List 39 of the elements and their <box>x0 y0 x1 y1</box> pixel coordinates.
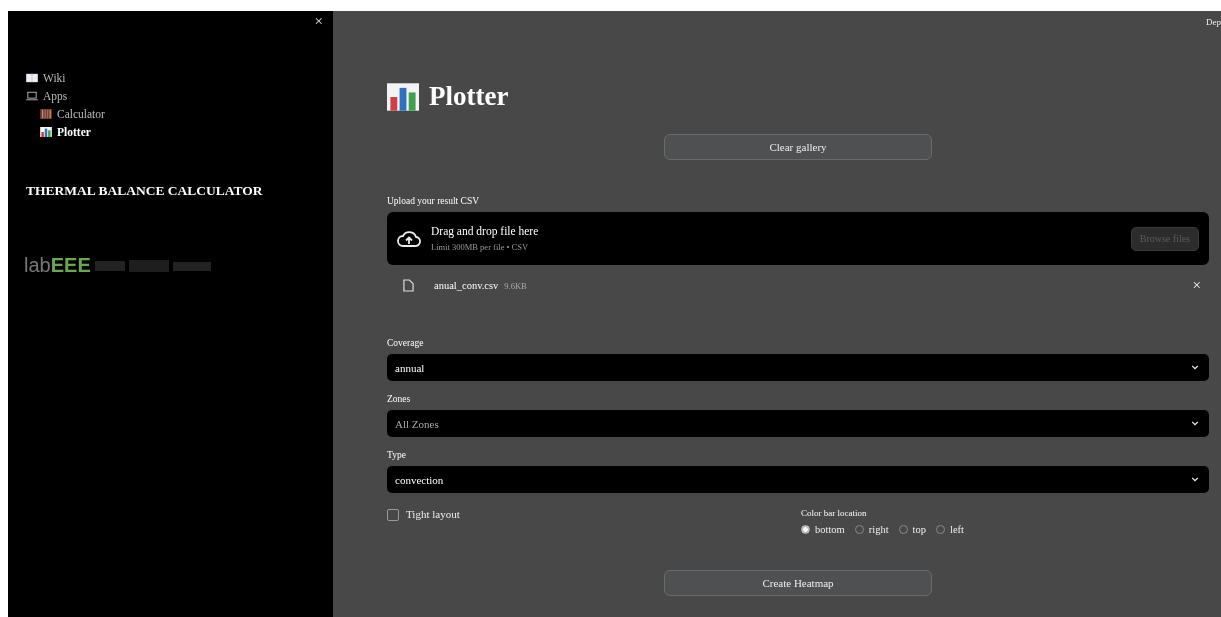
dropdown[interactable]: annual <box>387 354 1209 381</box>
close-button[interactable]: × <box>312 13 325 30</box>
nav-link[interactable]: Calculator <box>26 108 105 120</box>
abacus-icon <box>40 109 52 119</box>
cloud-upload-icon <box>397 229 421 248</box>
nav-link[interactable]: Wiki <box>26 72 66 84</box>
clear-gallery-button[interactable]: Clear gallery <box>664 134 932 160</box>
field-label: Color bar location <box>801 508 867 518</box>
page-title: Plotter <box>387 81 1209 112</box>
field-label: Coverage <box>387 338 425 348</box>
dropdown[interactable]: All Zones <box>387 410 1209 437</box>
logo: labEEE <box>24 254 91 277</box>
bar-chart-icon <box>387 82 419 111</box>
dropdown[interactable]: convection <box>387 466 1209 493</box>
book-icon <box>26 73 38 83</box>
chevron-down-icon <box>1191 477 1199 482</box>
file-icon <box>403 279 414 292</box>
upload-limit: Limit 300MB per file • CSV <box>431 242 529 252</box>
chevron-down-icon <box>1191 365 1199 370</box>
deploy-link[interactable]: Dep <box>1206 17 1221 27</box>
dropzone-text: Drag and drop file here <box>431 225 539 237</box>
app-heading: THERMAL BALANCE CALCULATOR <box>26 183 263 199</box>
remove-file-button[interactable]: × <box>1192 277 1201 294</box>
field-label: Zones <box>387 394 412 404</box>
checkbox[interactable]: Tight layout <box>387 508 801 521</box>
chevron-down-icon <box>1191 421 1199 426</box>
nav-link[interactable]: Apps <box>26 90 68 102</box>
field-label: Type <box>387 450 407 460</box>
radio-button[interactable]: right <box>854 524 889 535</box>
nav-link[interactable]: Plotter <box>26 126 91 138</box>
radio-button[interactable]: left <box>936 524 965 535</box>
field-label: Upload your result CSV <box>387 196 481 206</box>
laptop-icon <box>26 91 38 101</box>
create-heatmap-button[interactable]: Create Heatmap <box>664 570 932 596</box>
bar-chart-icon <box>40 127 52 137</box>
file-name: anual_conv.csv <box>434 280 499 291</box>
file-size: 9.6KB <box>504 280 528 291</box>
radio-button[interactable]: bottom <box>801 524 845 535</box>
radio-button[interactable]: top <box>898 524 927 535</box>
